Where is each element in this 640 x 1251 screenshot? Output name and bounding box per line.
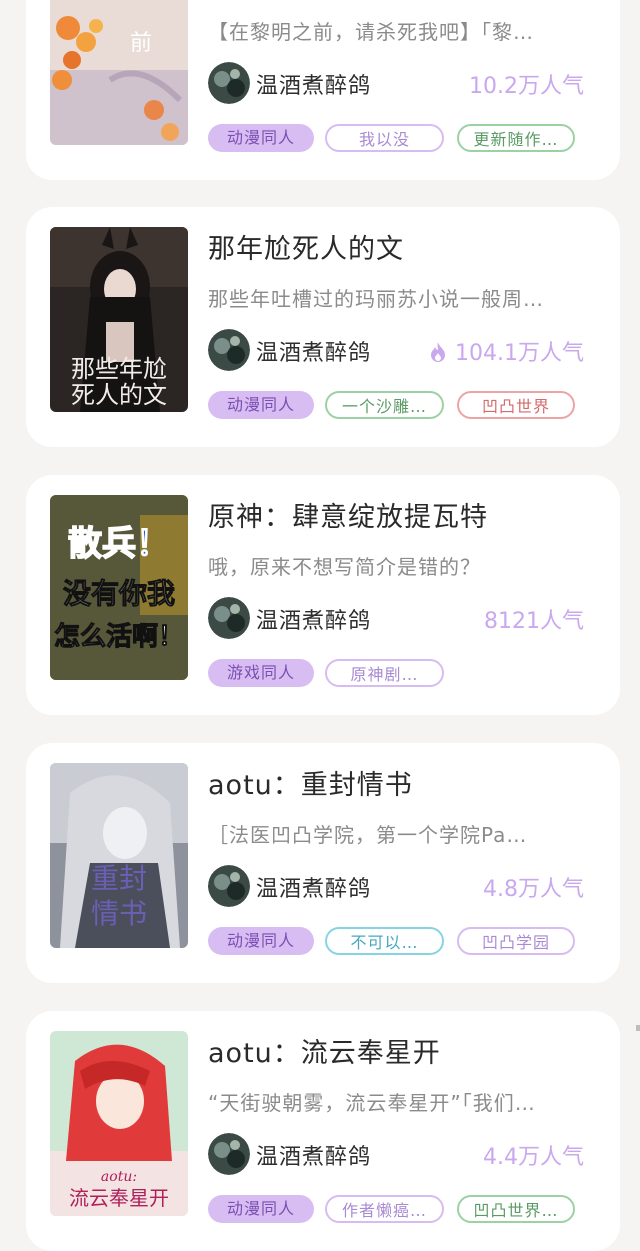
cover-text: 前	[130, 31, 152, 56]
avatar-icon	[208, 329, 250, 371]
category-tag[interactable]: 游戏同人	[208, 659, 314, 687]
avatar-icon	[208, 597, 250, 639]
book-description: 【在黎明之前，请杀死我吧】「黎…	[208, 20, 534, 44]
book-card[interactable]: 前 【在黎明之前，请杀死我吧】「黎… 温酒煮醉鸽 10.2万人气 动漫同人 我以…	[26, 0, 620, 180]
popularity-count: 104.1万人气	[429, 335, 584, 367]
book-cover[interactable]: 散兵！ 没有你我 怎么活啊！	[50, 495, 188, 680]
author-name[interactable]: 温酒煮醉鸽	[256, 1139, 371, 1171]
book-description: “天街驶朝雾，流云奉星开”「我们…	[208, 1091, 536, 1115]
cover-text: 散兵！	[68, 524, 170, 564]
popularity-value: 8121人气	[484, 609, 584, 634]
author-name[interactable]: 温酒煮醉鸽	[256, 335, 371, 367]
popularity-value: 10.2万人气	[469, 74, 584, 99]
book-title[interactable]: 原神：肆意绽放提瓦特	[208, 495, 608, 534]
popularity-value: 4.8万人气	[483, 877, 584, 902]
tag[interactable]: 原神剧…	[325, 659, 444, 687]
book-card[interactable]: aotu: 流云奉星开 aotu：流云奉星开 “天街驶朝雾，流云奉星开”「我们……	[26, 1011, 620, 1251]
tag[interactable]: 我以没	[325, 124, 444, 152]
book-title[interactable]: aotu：重封情书	[208, 763, 608, 802]
author-avatar[interactable]	[208, 62, 250, 104]
cover-text: 情书	[91, 897, 147, 930]
cover-text: 怎么活啊！	[54, 621, 184, 652]
popularity-count: 4.4万人气	[483, 1139, 584, 1171]
avatar-icon	[208, 865, 250, 907]
tag[interactable]: 凹凸世界	[457, 391, 575, 419]
book-cover[interactable]: 那些年尬 死人的文	[50, 227, 188, 412]
silver-hair-anime-cover-icon: 重封 情书	[50, 763, 188, 948]
tag[interactable]: 凹凸世界…	[457, 1195, 575, 1223]
dark-anime-girl-cover-icon: 那些年尬 死人的文	[50, 227, 188, 412]
cover-text: 重封	[91, 862, 147, 895]
popularity-value: 104.1万人气	[455, 341, 584, 366]
category-tag[interactable]: 动漫同人	[208, 124, 314, 152]
popularity-value: 4.4万人气	[483, 1145, 584, 1170]
red-hair-anime-cover-icon: aotu: 流云奉星开	[50, 1031, 188, 1216]
book-cover[interactable]: 前	[50, 0, 188, 145]
book-card[interactable]: 那些年尬 死人的文 那年尬死人的文 那些年吐槽过的玛丽苏小说一般周… 温酒煮醉鸽…	[26, 207, 620, 447]
avatar-icon	[208, 1133, 250, 1175]
book-feed: 前 【在黎明之前，请杀死我吧】「黎… 温酒煮醉鸽 10.2万人气 动漫同人 我以…	[0, 0, 640, 1251]
book-title[interactable]: 那年尬死人的文	[208, 227, 608, 266]
tag[interactable]: 更新随作…	[457, 124, 575, 152]
book-card[interactable]: 重封 情书 aotu：重封情书 ［法医凹凸学院，第一个学院Pa… 温酒煮醉鸽 4…	[26, 743, 620, 983]
category-tag[interactable]: 动漫同人	[208, 391, 314, 419]
flame-icon	[431, 342, 446, 362]
author-avatar[interactable]	[208, 865, 250, 907]
book-description: 那些年吐槽过的玛丽苏小说一般周…	[208, 287, 544, 311]
tag[interactable]: 不可以…	[325, 927, 444, 955]
author-avatar[interactable]	[208, 329, 250, 371]
cover-text: 那些年尬	[71, 355, 167, 383]
tag[interactable]: 凹凸学园	[457, 927, 575, 955]
author-name[interactable]: 温酒煮醉鸽	[256, 871, 371, 903]
author-name[interactable]: 温酒煮醉鸽	[256, 68, 371, 100]
scroll-indicator	[636, 1025, 640, 1031]
book-card[interactable]: 散兵！ 没有你我 怎么活啊！ 原神：肆意绽放提瓦特 哦，原来不想写简介是错的？ …	[26, 475, 620, 715]
popularity-count: 8121人气	[484, 603, 584, 635]
book-cover[interactable]: 重封 情书	[50, 763, 188, 948]
cover-text: 死人的文	[71, 381, 167, 409]
tag[interactable]: 一个沙雕…	[325, 391, 444, 419]
cover-text: 流云奉星开	[69, 1186, 169, 1210]
meme-text-cover-icon: 散兵！ 没有你我 怎么活啊！	[50, 495, 188, 680]
book-description: ［法医凹凸学院，第一个学院Pa…	[208, 823, 528, 847]
tag[interactable]: 作者懒癌…	[325, 1195, 444, 1223]
popularity-count: 10.2万人气	[469, 68, 584, 100]
author-avatar[interactable]	[208, 597, 250, 639]
author-name[interactable]: 温酒煮醉鸽	[256, 603, 371, 635]
popularity-count: 4.8万人气	[483, 871, 584, 903]
cover-text: 没有你我	[63, 577, 175, 610]
category-tag[interactable]: 动漫同人	[208, 1195, 314, 1223]
book-cover[interactable]: aotu: 流云奉星开	[50, 1031, 188, 1216]
category-tag[interactable]: 动漫同人	[208, 927, 314, 955]
cover-text: aotu:	[101, 1169, 137, 1185]
author-avatar[interactable]	[208, 1133, 250, 1175]
book-description: 哦，原来不想写简介是错的？	[208, 555, 481, 579]
book-title[interactable]: aotu：流云奉星开	[208, 1031, 608, 1070]
avatar-icon	[208, 62, 250, 104]
autumn-flowers-cover-icon: 前	[50, 0, 188, 145]
